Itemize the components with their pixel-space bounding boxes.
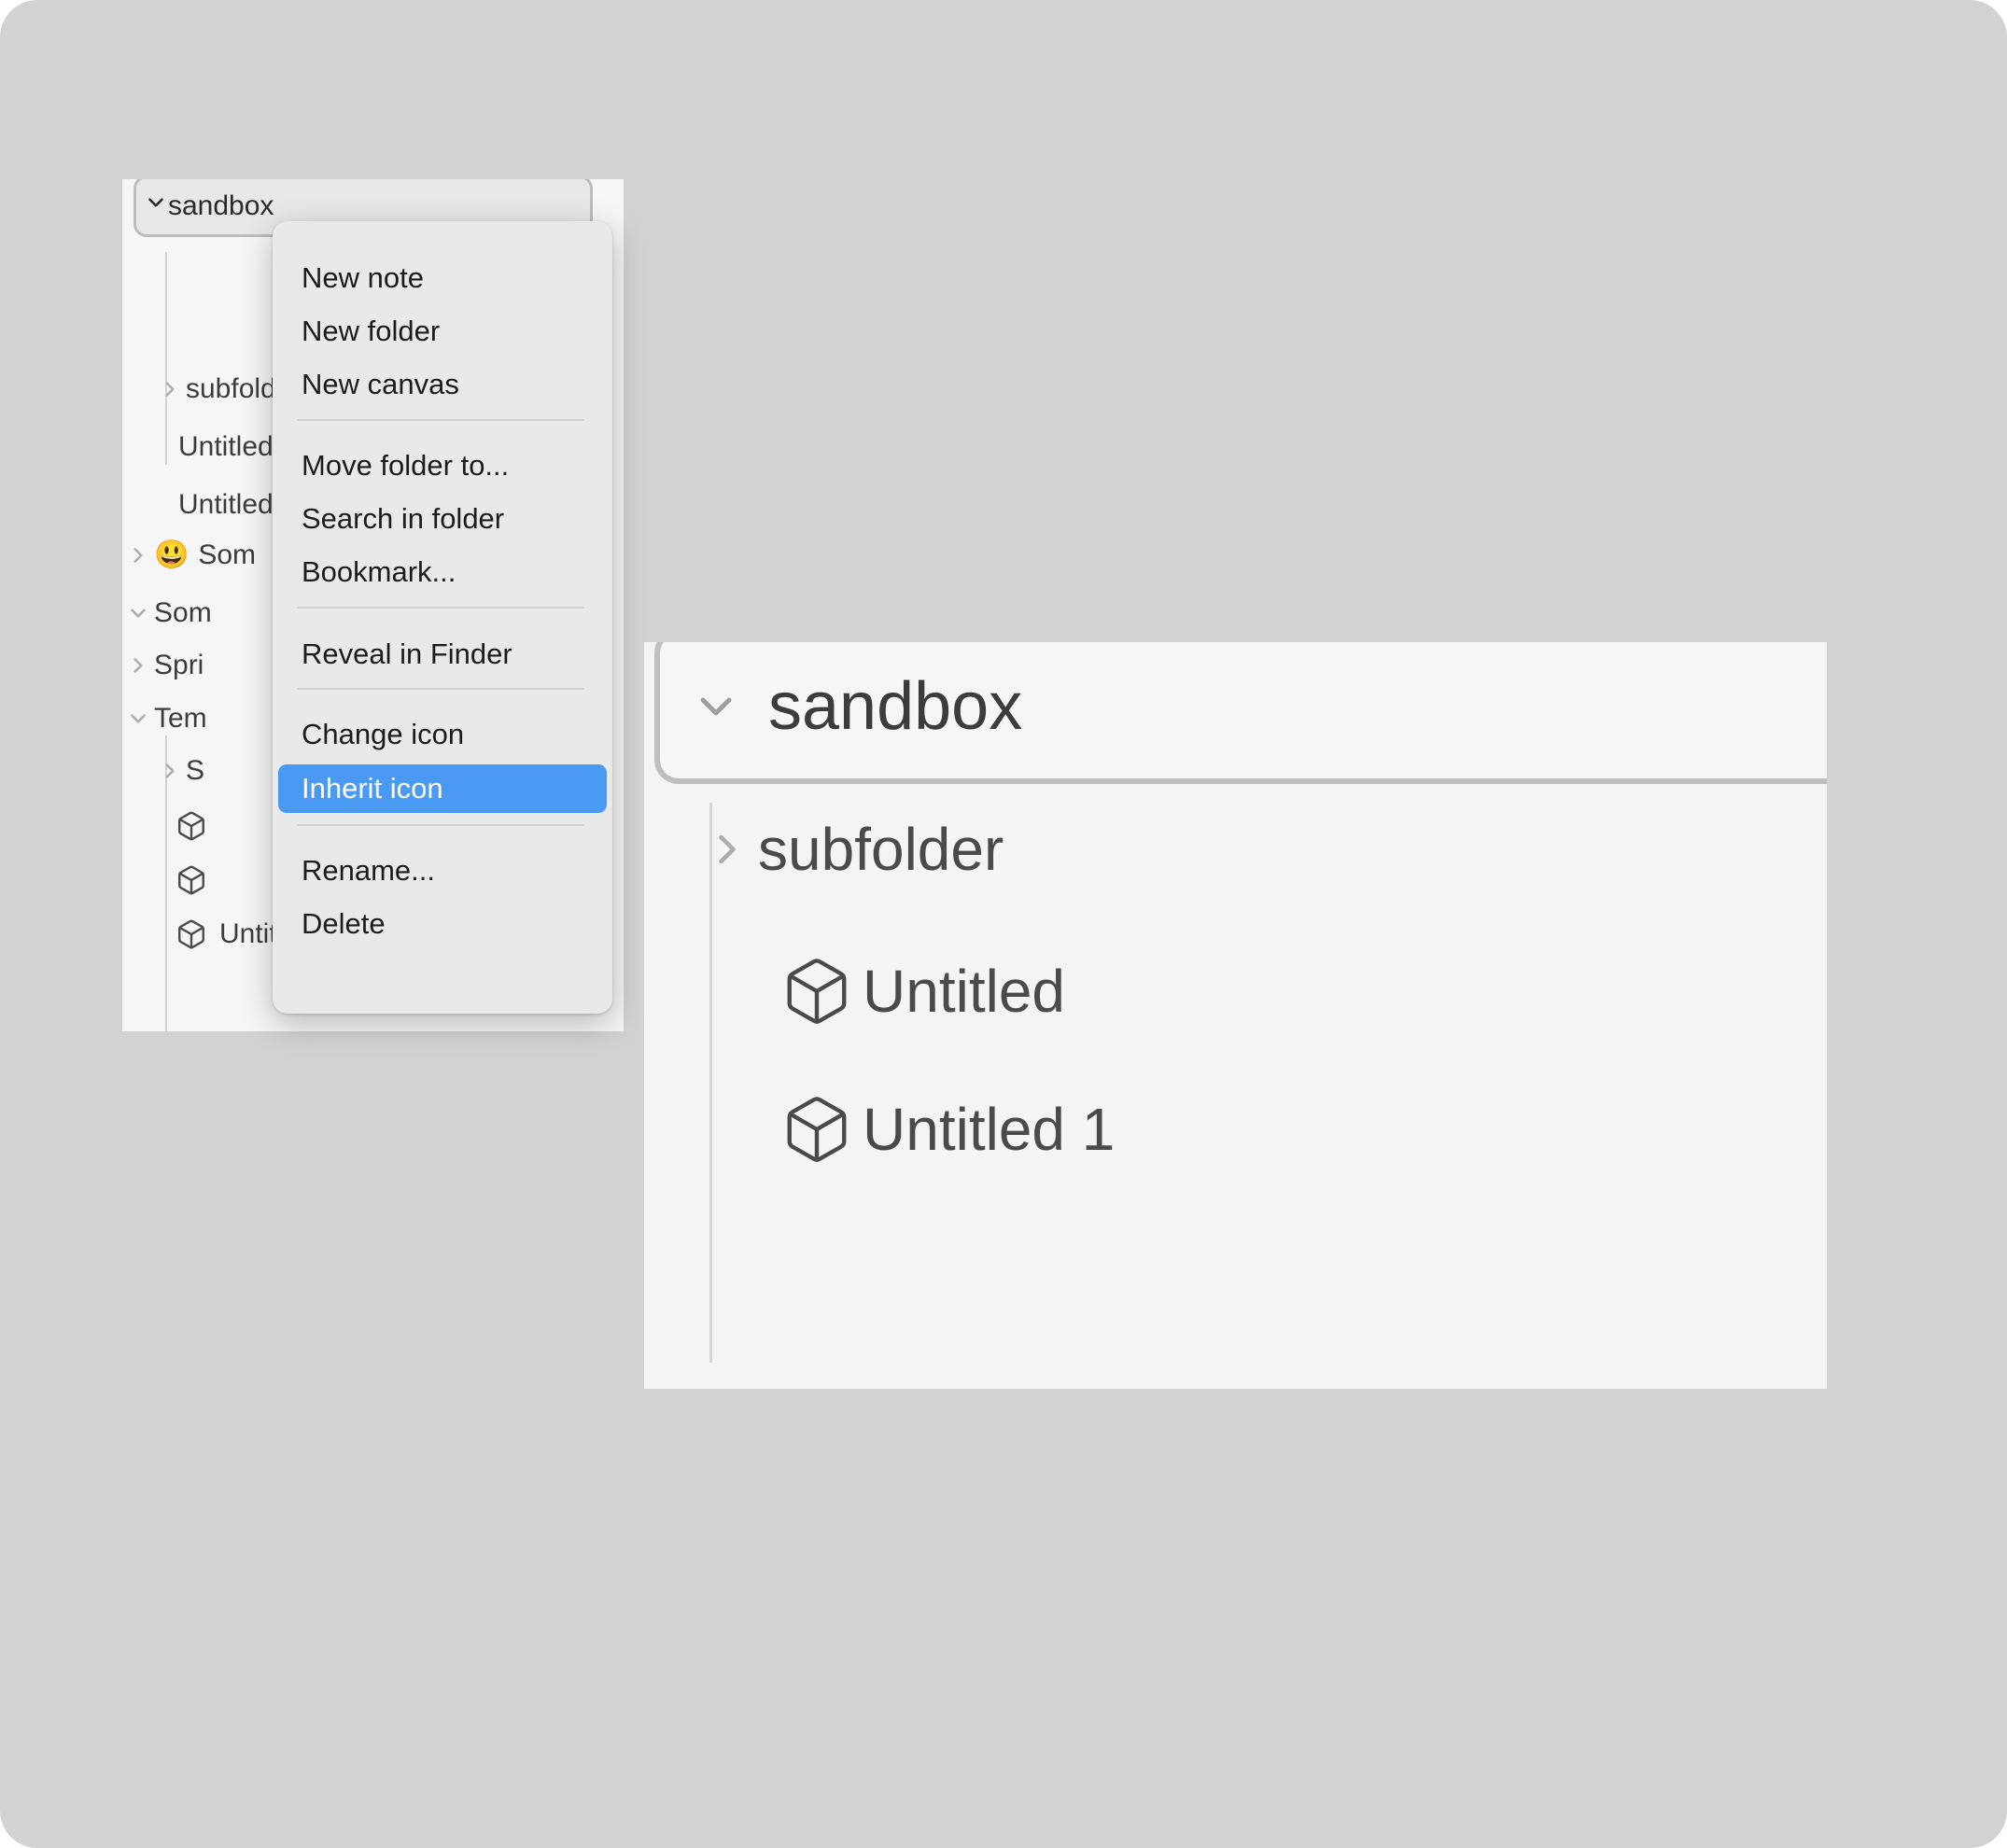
menu-item-label: Delete: [302, 907, 386, 940]
sidebar-item-spri[interactable]: Spri: [122, 637, 204, 694]
zoom-sidebar-item-label: sandbox: [768, 669, 1023, 744]
chevron-down-icon[interactable]: [144, 190, 168, 222]
menu-separator: [297, 688, 584, 690]
chevron-right-icon[interactable]: [154, 759, 186, 783]
menu-separator: [297, 607, 584, 609]
menu-item-change-icon[interactable]: Change icon: [278, 710, 607, 759]
sidebar-item-som[interactable]: Som: [122, 584, 212, 642]
menu-item-label: New folder: [302, 315, 441, 347]
indent-guide: [709, 803, 712, 1363]
menu-item-label: New note: [302, 261, 424, 294]
menu-item-move-folder-to[interactable]: Move folder to...: [278, 441, 607, 490]
cube-icon: [780, 955, 853, 1028]
sidebar-item-label: Som: [198, 539, 257, 570]
sidebar-item-label: Som: [154, 597, 212, 628]
sidebar-item-label: S: [186, 755, 205, 786]
cube-icon: [175, 864, 208, 896]
zoom-sidebar-item-untitled-1[interactable]: Untitled 1: [780, 1093, 1115, 1166]
menu-item-bookmark[interactable]: Bookmark...: [278, 548, 607, 596]
cube-icon: [175, 918, 208, 950]
menu-item-label: Change icon: [302, 718, 465, 750]
cube-icon: [780, 1093, 853, 1166]
menu-item-new-folder[interactable]: New folder: [278, 307, 607, 356]
chevron-right-icon[interactable]: [696, 825, 758, 874]
menu-item-label: Search in folder: [302, 502, 505, 535]
zoom-sidebar-item-label: Untitled: [863, 958, 1065, 1025]
chevron-right-icon[interactable]: [122, 543, 154, 567]
folder-context-menu: New note New folder New canvas Move fold…: [273, 221, 612, 1014]
cube-icon: [175, 810, 208, 842]
screenshot-canvas: sandbox subfolder Untitled Untitled 1 😃 …: [0, 0, 2007, 1848]
menu-item-label: Bookmark...: [302, 555, 456, 588]
menu-item-rename[interactable]: Rename...: [278, 847, 607, 895]
sidebar-item-label: sandbox: [168, 190, 274, 221]
list-item[interactable]: [175, 851, 219, 909]
menu-item-label: Inherit icon: [302, 772, 443, 805]
zoom-sidebar-item-sandbox[interactable]: sandbox: [654, 642, 1827, 784]
indent-guide: [165, 252, 167, 465]
sidebar-item-label: Untitled: [178, 431, 274, 462]
chevron-down-icon[interactable]: [122, 601, 154, 625]
menu-item-label: Reveal in Finder: [302, 637, 512, 670]
menu-item-search-in-folder[interactable]: Search in folder: [278, 495, 607, 543]
sidebar-item-s[interactable]: S: [154, 742, 204, 800]
zoom-sidebar-item-untitled[interactable]: Untitled: [780, 955, 1065, 1028]
chevron-right-icon[interactable]: [122, 653, 154, 678]
menu-separator: [297, 824, 584, 826]
list-item[interactable]: [175, 797, 219, 855]
menu-item-new-canvas[interactable]: New canvas: [278, 360, 607, 409]
menu-item-reveal-in-finder[interactable]: Reveal in Finder: [278, 630, 607, 679]
sidebar-item-tem[interactable]: Tem: [122, 690, 207, 748]
sidebar-item-label: Tem: [154, 703, 207, 734]
menu-item-new-note[interactable]: New note: [278, 254, 607, 302]
menu-item-label: New canvas: [302, 368, 459, 400]
grinning-face-emoji: 😃: [154, 539, 189, 570]
sidebar-item-emoji-folder[interactable]: 😃 Som: [122, 526, 256, 584]
menu-item-delete[interactable]: Delete: [278, 900, 607, 948]
menu-item-label: Move folder to...: [302, 449, 510, 482]
zoom-sidebar-item-label: Untitled 1: [863, 1096, 1116, 1163]
menu-item-inherit-icon[interactable]: Inherit icon: [278, 764, 607, 813]
chevron-down-icon[interactable]: [122, 707, 154, 731]
chevron-down-icon[interactable]: [690, 680, 742, 733]
zoom-sidebar-item-subfolder[interactable]: subfolder: [696, 815, 1004, 884]
sidebar-item-label: Spri: [154, 650, 204, 680]
zoom-sidebar-item-label: subfolder: [758, 816, 1004, 883]
menu-separator: [297, 419, 584, 421]
zoomed-sidebar-preview: sandbox subfolder Untitled Untitled 1: [644, 642, 1827, 1389]
sidebar-item-untitled[interactable]: Untitled: [178, 418, 274, 476]
chevron-right-icon[interactable]: [154, 377, 186, 401]
menu-item-label: Rename...: [302, 854, 436, 887]
